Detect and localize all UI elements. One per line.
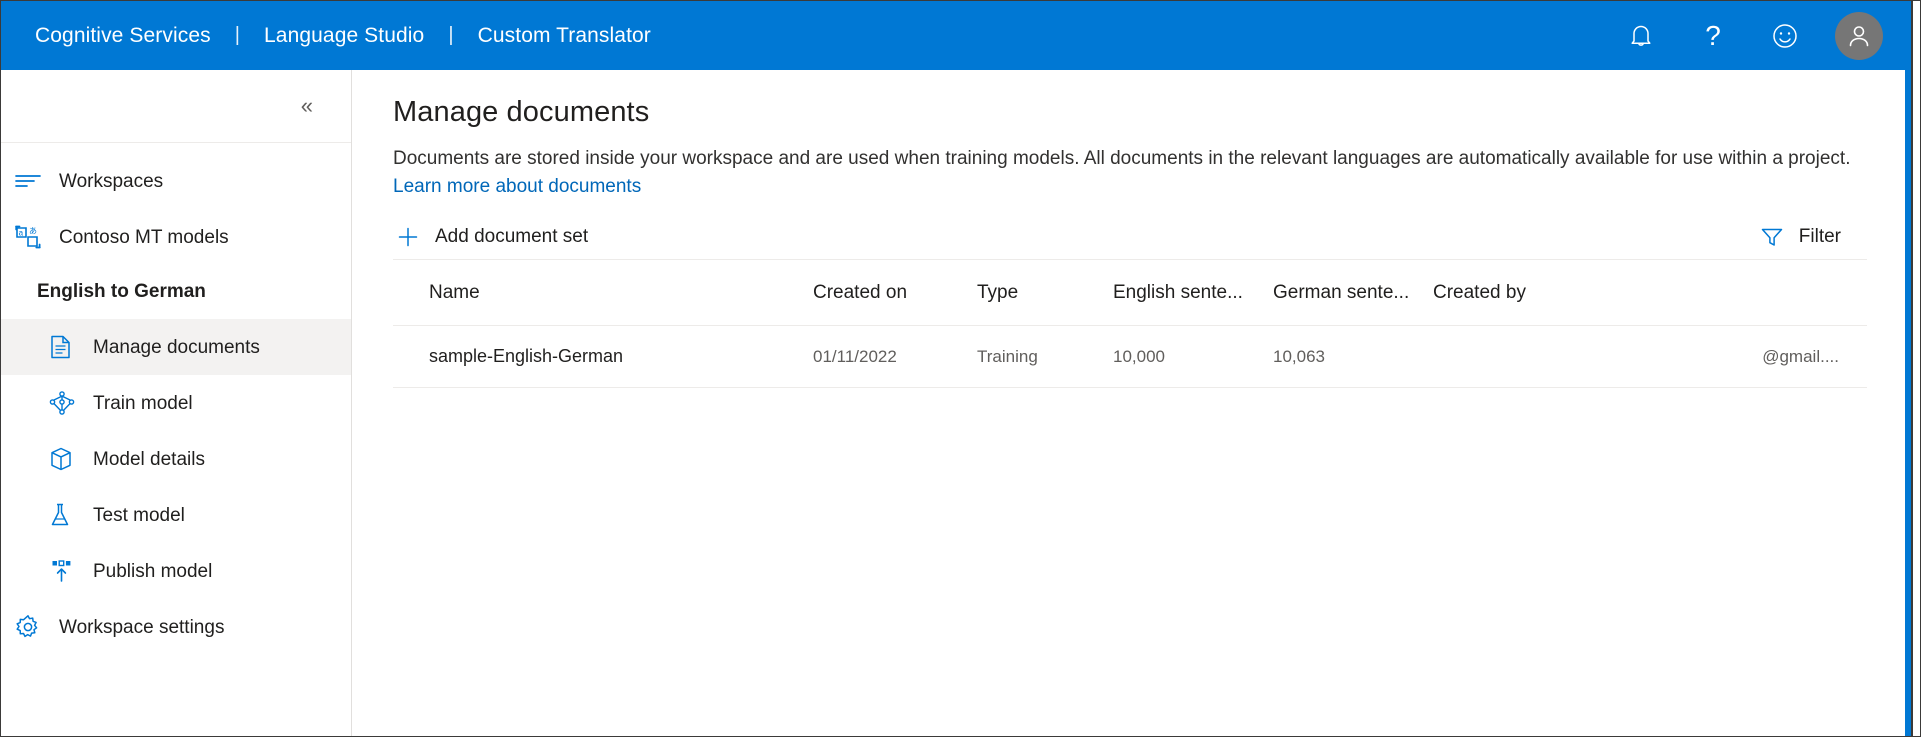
- cell-german-sentences: 10,063: [1273, 346, 1325, 366]
- sidebar-item-model-details[interactable]: Model details: [1, 431, 351, 487]
- cell-created-on: 01/11/2022: [813, 346, 897, 366]
- sidebar-item-publish-model[interactable]: Publish model: [1, 543, 351, 599]
- column-header-created-by[interactable]: Created by: [1433, 282, 1867, 304]
- help-question-icon[interactable]: ?: [1691, 14, 1735, 58]
- add-document-set-button[interactable]: Add document set: [393, 217, 594, 257]
- brand-custom-translator[interactable]: Custom Translator: [476, 24, 653, 48]
- collapse-chevrons-icon[interactable]: «: [295, 91, 319, 121]
- sidebar-item-workspaces[interactable]: Workspaces: [1, 153, 351, 209]
- page-description: Documents are stored inside your workspa…: [393, 145, 1853, 200]
- add-document-set-label: Add document set: [435, 225, 589, 247]
- header-actions: ?: [1619, 11, 1905, 60]
- page-description-text: Documents are stored inside your workspa…: [393, 148, 1851, 169]
- brand-cognitive-services[interactable]: Cognitive Services: [33, 24, 213, 48]
- table-header-row: Name Created on Type English sente... Ge…: [393, 260, 1867, 327]
- menu-lines-icon: [15, 168, 45, 194]
- sidebar-label-publish-model: Publish model: [93, 560, 213, 582]
- sidebar-item-contoso-mt-models[interactable]: a あ Contoso MT models: [1, 209, 351, 265]
- learn-more-link[interactable]: Learn more about documents: [393, 176, 641, 197]
- sidebar-label-manage-documents: Manage documents: [93, 336, 260, 358]
- brand-separator-1: |: [234, 24, 241, 46]
- sidebar-label-workspaces: Workspaces: [59, 170, 164, 192]
- main-content: Manage documents Documents are stored in…: [353, 70, 1905, 736]
- gear-icon: [15, 614, 45, 640]
- box-icon: [49, 446, 79, 472]
- global-header: Cognitive Services | Language Studio | C…: [1, 1, 1905, 70]
- translate-icon: a あ: [15, 224, 45, 250]
- cell-english-sentences: 10,000: [1113, 346, 1165, 366]
- sidebar-label-contoso-mt-models: Contoso MT models: [59, 226, 229, 248]
- feedback-smiley-icon[interactable]: [1763, 14, 1807, 58]
- column-header-created-on[interactable]: Created on: [813, 282, 977, 304]
- neural-network-icon: [49, 390, 79, 416]
- brand-breadcrumb: Cognitive Services | Language Studio | C…: [33, 24, 653, 48]
- filter-label: Filter: [1798, 225, 1841, 247]
- svg-text:a: a: [19, 229, 24, 238]
- account-avatar[interactable]: [1835, 11, 1883, 60]
- column-header-german-sentences[interactable]: German sente...: [1273, 282, 1433, 304]
- column-header-type[interactable]: Type: [977, 282, 1113, 304]
- plus-icon: [393, 225, 423, 249]
- cell-created-by: @gmail....: [1762, 346, 1839, 366]
- help-glyph: ?: [1705, 19, 1721, 51]
- brand-separator-2: |: [448, 24, 454, 46]
- sidebar-item-workspace-settings[interactable]: Workspace settings: [1, 599, 351, 655]
- filter-button[interactable]: Filter: [1757, 217, 1867, 257]
- sidebar-project-heading: English to German: [37, 281, 206, 302]
- page-title: Manage documents: [393, 96, 650, 128]
- svg-text:あ: あ: [29, 227, 37, 236]
- document-icon: [49, 334, 79, 360]
- sidebar-item-test-model[interactable]: Test model: [1, 487, 351, 543]
- sidebar-item-train-model[interactable]: Train model: [1, 375, 351, 431]
- sidebar-label-test-model: Test model: [93, 504, 185, 526]
- sidebar-item-manage-documents[interactable]: Manage documents: [1, 319, 351, 375]
- funnel-icon: [1757, 226, 1787, 248]
- sidebar-label-train-model: Train model: [93, 392, 193, 414]
- sidebar-item-list: Workspaces a あ Contoso MT models English…: [1, 143, 351, 655]
- brand-language-studio[interactable]: Language Studio: [262, 24, 426, 48]
- documents-table: Name Created on Type English sente... Ge…: [393, 260, 1867, 389]
- left-navigation: « Workspaces a あ Contoso MT models Engli…: [1, 70, 352, 736]
- publish-upload-icon: [49, 558, 79, 584]
- sidebar-collapse-row: «: [1, 70, 351, 143]
- cell-type: Training: [977, 346, 1038, 366]
- notifications-bell-icon[interactable]: [1619, 14, 1663, 58]
- column-header-english-sentences[interactable]: English sente...: [1113, 282, 1273, 304]
- window-right-border: [1911, 1, 1920, 736]
- sidebar-label-model-details: Model details: [93, 448, 205, 470]
- sidebar-label-workspace-settings: Workspace settings: [59, 616, 225, 638]
- app-window: Cognitive Services | Language Studio | C…: [0, 0, 1921, 737]
- documents-toolbar: Add document set Filter: [393, 214, 1867, 261]
- table-row[interactable]: sample-English-German 01/11/2022 Trainin…: [393, 326, 1867, 389]
- column-header-name[interactable]: Name: [393, 282, 813, 304]
- flask-icon: [49, 502, 79, 528]
- cell-name: sample-English-German: [429, 346, 624, 367]
